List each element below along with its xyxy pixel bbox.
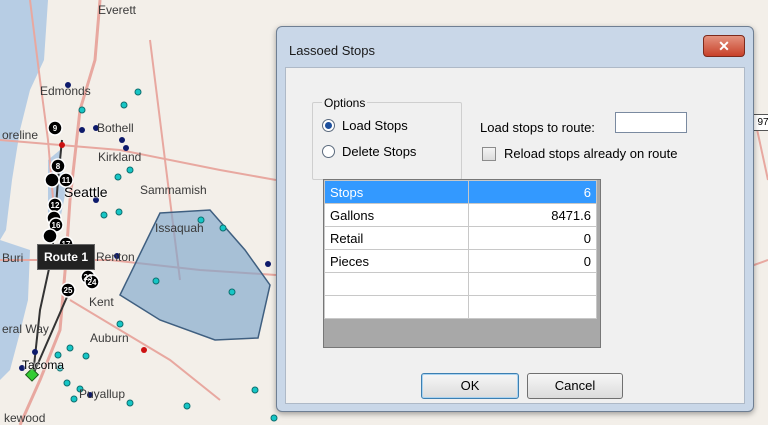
- svg-text:9: 9: [53, 124, 58, 133]
- row-name: Pieces: [324, 249, 469, 273]
- stats-grid: Stops 6 Gallons 8471.6 Retail 0 Pieces 0: [323, 179, 601, 348]
- map-label-auburn: Auburn: [90, 331, 129, 345]
- close-button[interactable]: ✕: [703, 35, 745, 57]
- options-legend: Options: [322, 96, 368, 110]
- dialog-title-bar[interactable]: Lassoed Stops ✕: [277, 27, 753, 67]
- delete-stops-label: Delete Stops: [342, 144, 417, 159]
- ok-button[interactable]: OK: [421, 373, 519, 399]
- svg-text:16: 16: [52, 221, 61, 230]
- table-row[interactable]: Retail 0: [324, 226, 597, 250]
- row-value: 6: [468, 180, 597, 204]
- map-label-sammamish: Sammamish: [140, 183, 207, 197]
- radio-unselected-icon: [322, 145, 335, 158]
- map-label-burien: Buri: [2, 251, 24, 265]
- table-row[interactable]: Gallons 8471.6: [324, 203, 597, 227]
- delete-stops-radio[interactable]: Delete Stops: [322, 144, 416, 159]
- map-label-kirkland: Kirkland: [98, 150, 142, 164]
- map-label-federal-way: eral Way: [2, 322, 49, 336]
- map-label-lakewood: kewood: [4, 411, 46, 425]
- cancel-button[interactable]: Cancel: [527, 373, 623, 399]
- dialog-body: Options Load Stops Delete Stops Load sto…: [285, 67, 745, 404]
- svg-text:12: 12: [51, 201, 60, 210]
- table-row[interactable]: Pieces 0: [324, 249, 597, 273]
- map-label-puyallup: Puyallup: [79, 387, 126, 401]
- row-name: Retail: [324, 226, 469, 250]
- row-value: 0: [468, 249, 597, 273]
- map-label-tacoma: Tacoma: [22, 358, 65, 372]
- reload-stops-label: Reload stops already on route: [504, 146, 678, 161]
- highway-shield: 97: [752, 114, 768, 131]
- map-label-bothell: Bothell: [97, 121, 134, 135]
- table-row[interactable]: Stops 6: [324, 180, 597, 204]
- row-value: 8471.6: [468, 203, 597, 227]
- map-label-everett: Everett: [98, 3, 137, 17]
- lassoed-stops-dialog: Lassoed Stops ✕ Options Load Stops Delet…: [276, 26, 754, 412]
- row-name: [324, 295, 469, 319]
- dialog-title: Lassoed Stops: [289, 43, 376, 58]
- svg-text:8: 8: [56, 162, 61, 171]
- route-label[interactable]: Route 1: [37, 244, 95, 270]
- map-label-kent: Kent: [89, 295, 114, 309]
- checkbox-unchecked-icon: [482, 146, 496, 161]
- map-label-seattle: Seattle: [64, 184, 108, 200]
- svg-text:24: 24: [88, 278, 97, 287]
- row-value: [468, 295, 597, 319]
- map-label-shoreline: oreline: [2, 128, 39, 142]
- row-name: Stops: [324, 180, 469, 204]
- table-row[interactable]: [324, 272, 597, 296]
- load-stops-to-route-label: Load stops to route:: [480, 120, 595, 135]
- map-label-renton: Renton: [96, 250, 135, 264]
- svg-text:25: 25: [64, 286, 73, 295]
- row-value: 0: [468, 226, 597, 250]
- load-stops-radio[interactable]: Load Stops: [322, 118, 408, 133]
- table-row[interactable]: [324, 295, 597, 319]
- options-group: [312, 102, 462, 180]
- route-input[interactable]: [615, 112, 687, 133]
- radio-selected-icon: [322, 119, 335, 132]
- map-label-issaquah: Issaquah: [155, 221, 204, 235]
- row-name: [324, 272, 469, 296]
- row-name: Gallons: [324, 203, 469, 227]
- close-icon: ✕: [718, 38, 730, 54]
- row-value: [468, 272, 597, 296]
- map-label-edmonds: Edmonds: [40, 84, 91, 98]
- load-stops-label: Load Stops: [342, 118, 408, 133]
- reload-stops-checkbox[interactable]: Reload stops already on route: [482, 146, 677, 161]
